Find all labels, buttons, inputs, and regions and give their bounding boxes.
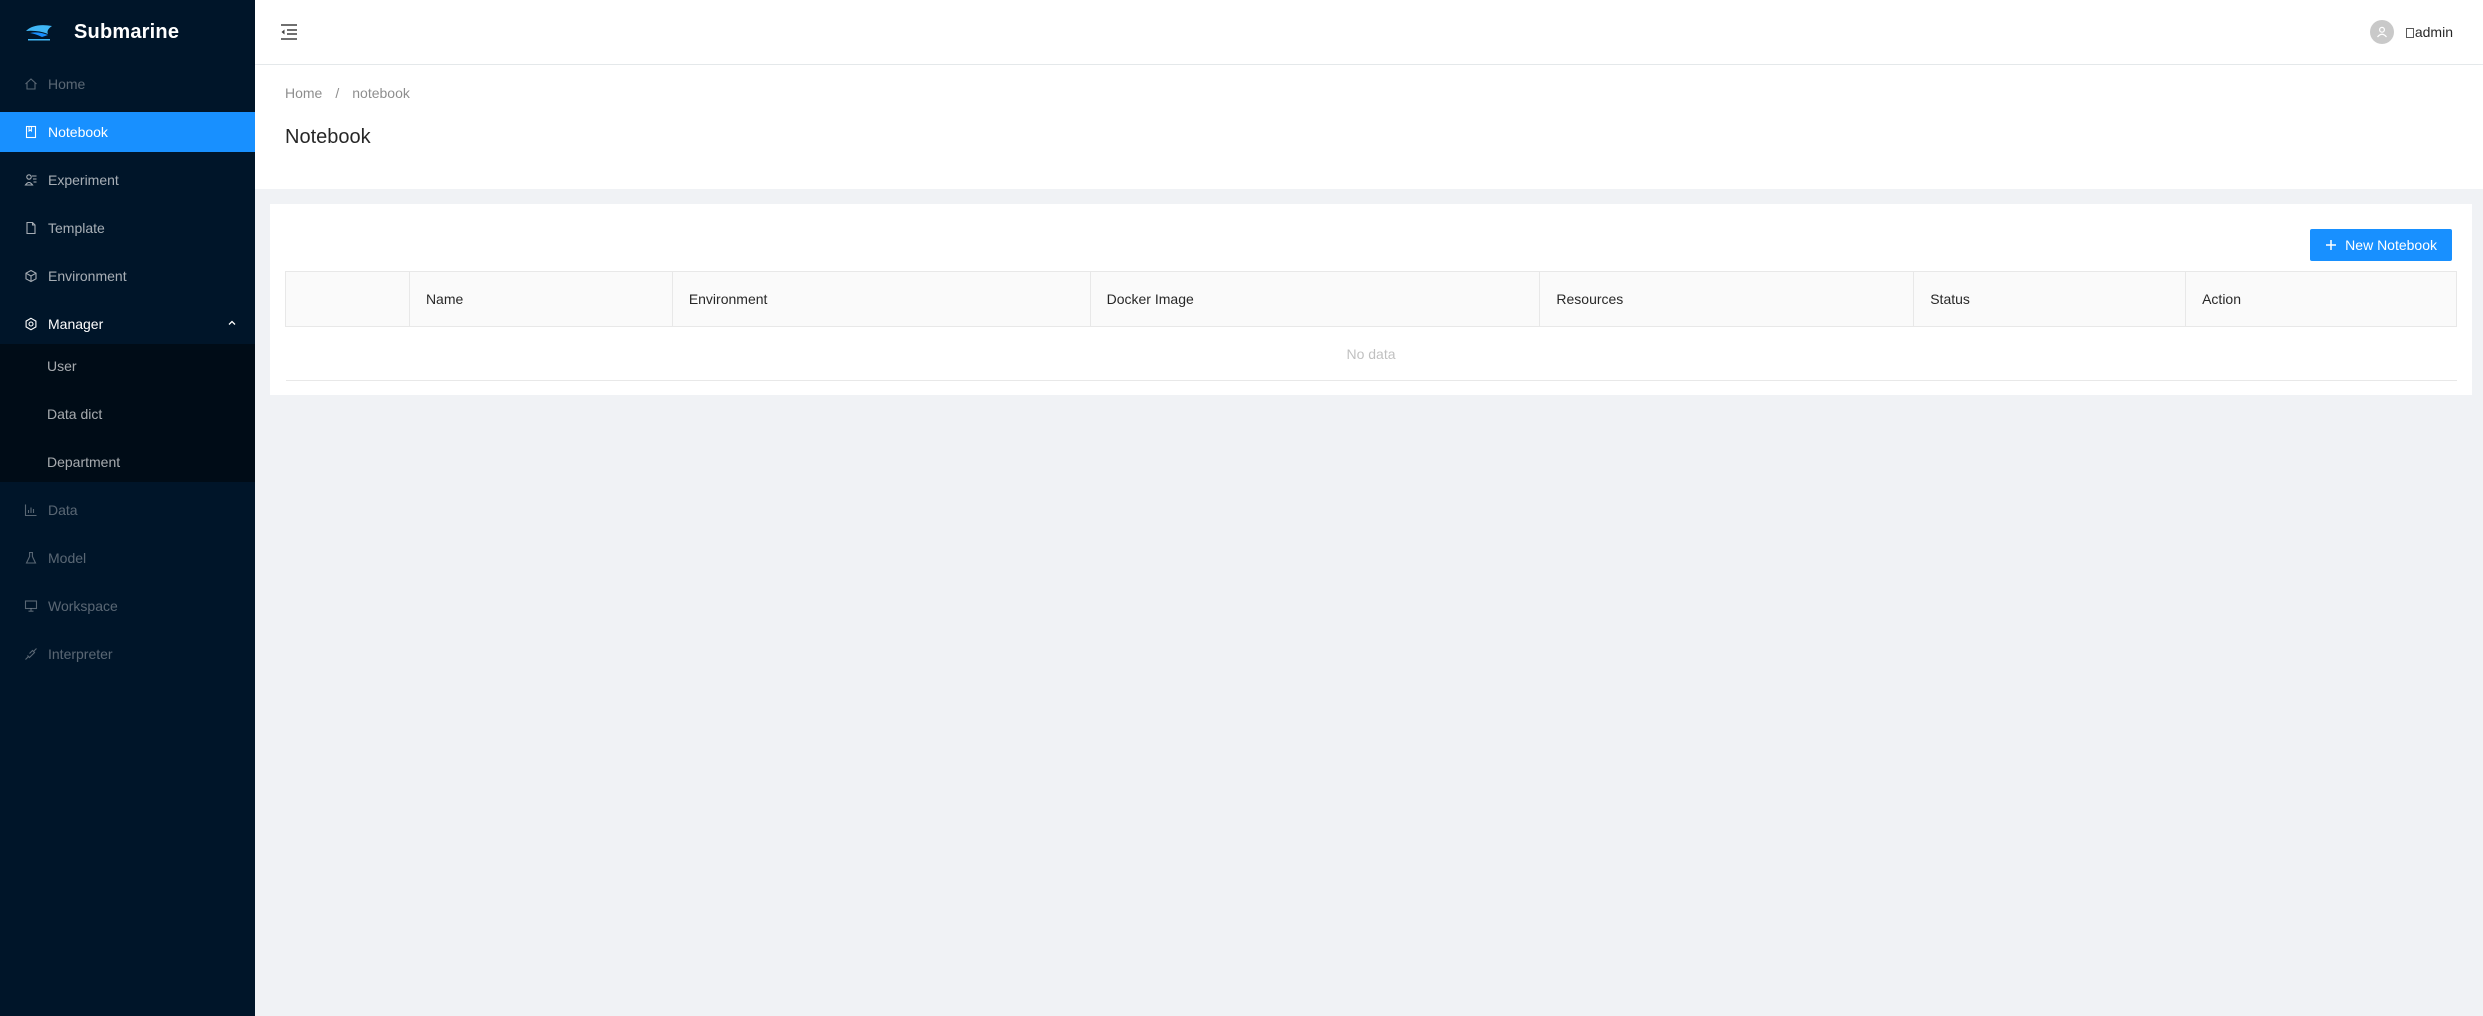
experiment-icon (24, 173, 38, 187)
sidebar-item-label: Experiment (48, 172, 119, 188)
book-icon (24, 125, 38, 139)
page-title: Notebook (285, 126, 371, 148)
file-icon (24, 221, 38, 235)
sidebar-item-label: Workspace (48, 598, 118, 614)
table-empty-row: No data (285, 326, 2457, 381)
sidebar-item-label: Environment (48, 268, 127, 284)
desktop-icon (24, 599, 38, 613)
sidebar-item-template[interactable]: Template (0, 208, 255, 248)
sidebar-item-home[interactable]: Home (0, 64, 255, 104)
chevron-up-icon (228, 320, 236, 325)
home-icon (24, 77, 38, 91)
sidebar-item-department[interactable]: Department (0, 442, 255, 482)
sidebar-item-model[interactable]: Model (0, 538, 255, 578)
user-menu[interactable]: admin (2369, 20, 2453, 44)
sidebar: Submarine Home Notebook Experiment Templ… (0, 0, 255, 1016)
new-notebook-button[interactable]: New Notebook (2310, 229, 2452, 261)
column-header-environment: Environment (671, 271, 1091, 327)
sidebar-item-manager[interactable]: Manager (0, 304, 255, 344)
sidebar-item-label: Interpreter (48, 646, 113, 662)
sidebar-item-label: Data (48, 502, 78, 518)
menu-fold-icon[interactable] (279, 22, 299, 42)
notebook-table: Name Environment Docker Image Resources … (285, 271, 2457, 381)
column-header-select (285, 271, 410, 327)
sidebar-item-data[interactable]: Data (0, 490, 255, 530)
sidebar-item-experiment[interactable]: Experiment (0, 160, 255, 200)
plus-icon (2325, 239, 2337, 251)
sidebar-item-user[interactable]: User (0, 346, 255, 386)
sidebar-item-data-dict[interactable]: Data dict (0, 394, 255, 434)
sidebar-item-label: Home (48, 76, 86, 92)
sidebar-menu: Home Notebook Experiment Template Enviro… (0, 64, 255, 674)
codesandbox-icon (24, 269, 38, 283)
avatar[interactable] (2369, 20, 2394, 44)
column-header-status: Status (1913, 271, 2187, 327)
api-icon (24, 647, 38, 661)
sidebar-item-label: Model (48, 550, 87, 566)
missing-glyph-icon (2405, 28, 2414, 38)
bar-chart-icon (24, 503, 38, 517)
breadcrumb-separator: / (335, 85, 340, 101)
sidebar-item-notebook[interactable]: Notebook (0, 112, 255, 152)
column-header-docker-image: Docker Image (1089, 271, 1541, 327)
username[interactable]: admin (2405, 24, 2453, 40)
column-header-action: Action (2185, 271, 2457, 327)
sidebar-item-interpreter[interactable]: Interpreter (0, 634, 255, 674)
table-header-row: Name Environment Docker Image Resources … (285, 271, 2457, 327)
user-icon (2376, 26, 2387, 38)
table-empty-text: No data (285, 326, 2457, 381)
notebook-card: New Notebook Name Environment Docker Ima… (270, 204, 2472, 395)
sidebar-item-label: User (47, 358, 77, 374)
manager-submenu: User Data dict Department (0, 344, 255, 482)
setting-icon (24, 317, 38, 331)
column-header-name: Name (408, 271, 673, 327)
sidebar-item-workspace[interactable]: Workspace (0, 586, 255, 626)
sidebar-item-label: Department (47, 454, 121, 470)
flask-icon (24, 551, 38, 565)
breadcrumb-current: notebook (352, 85, 410, 101)
brand[interactable]: Submarine (0, 0, 255, 64)
sidebar-item-label: Data dict (47, 406, 103, 422)
sidebar-item-environment[interactable]: Environment (0, 256, 255, 296)
top-header: admin (255, 0, 2483, 64)
sidebar-item-label: Template (48, 220, 105, 236)
sidebar-item-label: Manager (48, 316, 104, 332)
app-name: Submarine (74, 20, 180, 43)
breadcrumb: Home / notebook (285, 85, 2483, 101)
submarine-logo-icon (26, 25, 52, 41)
new-notebook-label: New Notebook (2345, 237, 2437, 253)
page-header: Home / notebook Notebook (255, 65, 2483, 189)
breadcrumb-home[interactable]: Home (285, 85, 322, 101)
username-text: admin (2414, 24, 2453, 40)
column-header-resources: Resources (1539, 271, 1915, 327)
sidebar-item-label: Notebook (48, 124, 108, 140)
